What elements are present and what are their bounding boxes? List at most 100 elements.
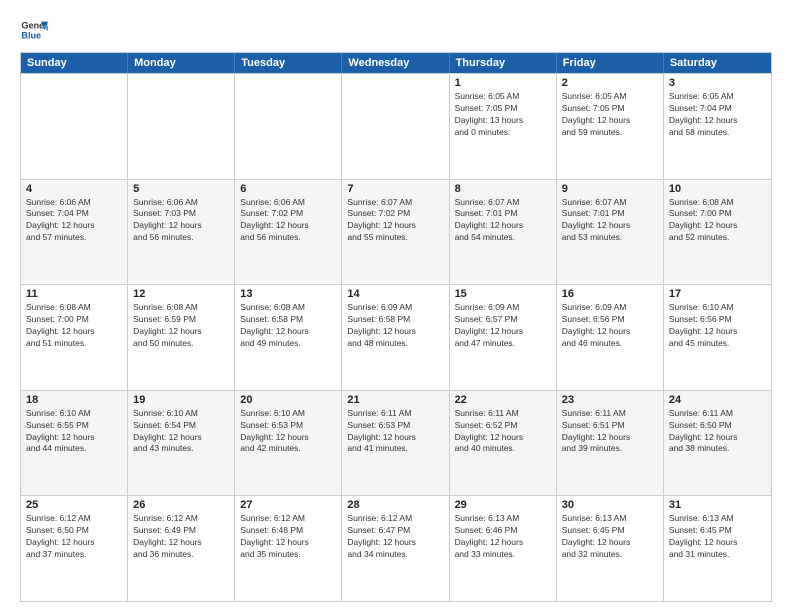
- day-info: Sunrise: 6:07 AM Sunset: 7:01 PM Dayligh…: [455, 197, 551, 245]
- header-day-monday: Monday: [128, 53, 235, 73]
- day-cell-6: 6 Sunrise: 6:06 AM Sunset: 7:02 PM Daylig…: [235, 180, 342, 285]
- day-number: 24: [669, 394, 766, 406]
- day-number: 22: [455, 394, 551, 406]
- day-number: 14: [347, 288, 443, 300]
- day-cell-23: 23 Sunrise: 6:11 AM Sunset: 6:51 PM Dayli…: [557, 391, 664, 496]
- calendar-row-5: 25 Sunrise: 6:12 AM Sunset: 6:50 PM Dayli…: [21, 495, 771, 601]
- day-number: 1: [455, 77, 551, 89]
- day-info: Sunrise: 6:11 AM Sunset: 6:51 PM Dayligh…: [562, 408, 658, 456]
- day-info: Sunrise: 6:05 AM Sunset: 7:05 PM Dayligh…: [455, 91, 551, 139]
- day-info: Sunrise: 6:10 AM Sunset: 6:54 PM Dayligh…: [133, 408, 229, 456]
- day-cell-25: 25 Sunrise: 6:12 AM Sunset: 6:50 PM Dayli…: [21, 496, 128, 601]
- day-cell-5: 5 Sunrise: 6:06 AM Sunset: 7:03 PM Daylig…: [128, 180, 235, 285]
- header-day-wednesday: Wednesday: [342, 53, 449, 73]
- svg-text:Blue: Blue: [21, 30, 41, 40]
- day-number: 27: [240, 499, 336, 511]
- day-number: 3: [669, 77, 766, 89]
- day-info: Sunrise: 6:07 AM Sunset: 7:01 PM Dayligh…: [562, 197, 658, 245]
- day-info: Sunrise: 6:08 AM Sunset: 7:00 PM Dayligh…: [26, 302, 122, 350]
- day-info: Sunrise: 6:08 AM Sunset: 7:00 PM Dayligh…: [669, 197, 766, 245]
- page-header: General Blue: [20, 16, 772, 44]
- day-number: 25: [26, 499, 122, 511]
- day-number: 2: [562, 77, 658, 89]
- calendar-row-4: 18 Sunrise: 6:10 AM Sunset: 6:55 PM Dayli…: [21, 390, 771, 496]
- day-info: Sunrise: 6:13 AM Sunset: 6:45 PM Dayligh…: [669, 513, 766, 561]
- day-cell-4: 4Sunrise: 6:06 AM Sunset: 7:04 PM Daylig…: [21, 180, 128, 285]
- calendar-body: 1 Sunrise: 6:05 AM Sunset: 7:05 PM Daylig…: [21, 73, 771, 601]
- day-number: 19: [133, 394, 229, 406]
- day-info: Sunrise: 6:10 AM Sunset: 6:55 PM Dayligh…: [26, 408, 122, 456]
- day-info: Sunrise: 6:12 AM Sunset: 6:49 PM Dayligh…: [133, 513, 229, 561]
- day-number: 31: [669, 499, 766, 511]
- header-day-friday: Friday: [557, 53, 664, 73]
- day-info: Sunrise: 6:08 AM Sunset: 6:58 PM Dayligh…: [240, 302, 336, 350]
- header-day-tuesday: Tuesday: [235, 53, 342, 73]
- day-info: Sunrise: 6:09 AM Sunset: 6:58 PM Dayligh…: [347, 302, 443, 350]
- day-number: 11: [26, 288, 122, 300]
- day-info: Sunrise: 6:09 AM Sunset: 6:57 PM Dayligh…: [455, 302, 551, 350]
- day-number: 4: [26, 183, 122, 195]
- day-number: 18: [26, 394, 122, 406]
- day-info: Sunrise: 6:11 AM Sunset: 6:50 PM Dayligh…: [669, 408, 766, 456]
- day-number: 13: [240, 288, 336, 300]
- day-cell-24: 24 Sunrise: 6:11 AM Sunset: 6:50 PM Dayli…: [664, 391, 771, 496]
- day-number: 23: [562, 394, 658, 406]
- day-number: 20: [240, 394, 336, 406]
- day-info: Sunrise: 6:06 AM Sunset: 7:03 PM Dayligh…: [133, 197, 229, 245]
- header-day-sunday: Sunday: [21, 53, 128, 73]
- day-cell-20: 20Sunrise: 6:10 AM Sunset: 6:53 PM Dayli…: [235, 391, 342, 496]
- day-info: Sunrise: 6:11 AM Sunset: 6:52 PM Dayligh…: [455, 408, 551, 456]
- empty-cell-0-1: [128, 74, 235, 179]
- day-cell-11: 11 Sunrise: 6:08 AM Sunset: 7:00 PM Dayli…: [21, 285, 128, 390]
- day-cell-10: 10Sunrise: 6:08 AM Sunset: 7:00 PM Dayli…: [664, 180, 771, 285]
- day-number: 26: [133, 499, 229, 511]
- day-number: 29: [455, 499, 551, 511]
- day-info: Sunrise: 6:08 AM Sunset: 6:59 PM Dayligh…: [133, 302, 229, 350]
- day-number: 30: [562, 499, 658, 511]
- day-cell-30: 30 Sunrise: 6:13 AM Sunset: 6:45 PM Dayli…: [557, 496, 664, 601]
- day-cell-29: 29 Sunrise: 6:13 AM Sunset: 6:46 PM Dayli…: [450, 496, 557, 601]
- calendar-header: SundayMondayTuesdayWednesdayThursdayFrid…: [21, 53, 771, 73]
- day-info: Sunrise: 6:11 AM Sunset: 6:53 PM Dayligh…: [347, 408, 443, 456]
- day-number: 17: [669, 288, 766, 300]
- empty-cell-0-3: [342, 74, 449, 179]
- day-number: 21: [347, 394, 443, 406]
- day-cell-7: 7Sunrise: 6:07 AM Sunset: 7:02 PM Daylig…: [342, 180, 449, 285]
- day-info: Sunrise: 6:12 AM Sunset: 6:50 PM Dayligh…: [26, 513, 122, 561]
- day-number: 7: [347, 183, 443, 195]
- day-number: 9: [562, 183, 658, 195]
- day-number: 8: [455, 183, 551, 195]
- day-cell-26: 26 Sunrise: 6:12 AM Sunset: 6:49 PM Dayli…: [128, 496, 235, 601]
- day-number: 6: [240, 183, 336, 195]
- day-cell-27: 27 Sunrise: 6:12 AM Sunset: 6:48 PM Dayli…: [235, 496, 342, 601]
- day-info: Sunrise: 6:09 AM Sunset: 6:56 PM Dayligh…: [562, 302, 658, 350]
- day-cell-28: 28Sunrise: 6:12 AM Sunset: 6:47 PM Dayli…: [342, 496, 449, 601]
- calendar-row-2: 4Sunrise: 6:06 AM Sunset: 7:04 PM Daylig…: [21, 179, 771, 285]
- day-cell-21: 21 Sunrise: 6:11 AM Sunset: 6:53 PM Dayli…: [342, 391, 449, 496]
- day-info: Sunrise: 6:10 AM Sunset: 6:56 PM Dayligh…: [669, 302, 766, 350]
- day-cell-8: 8 Sunrise: 6:07 AM Sunset: 7:01 PM Daylig…: [450, 180, 557, 285]
- day-number: 28: [347, 499, 443, 511]
- day-info: Sunrise: 6:13 AM Sunset: 6:46 PM Dayligh…: [455, 513, 551, 561]
- empty-cell-0-2: [235, 74, 342, 179]
- day-cell-17: 17 Sunrise: 6:10 AM Sunset: 6:56 PM Dayli…: [664, 285, 771, 390]
- day-number: 16: [562, 288, 658, 300]
- day-cell-3: 3Sunrise: 6:05 AM Sunset: 7:04 PM Daylig…: [664, 74, 771, 179]
- day-cell-9: 9 Sunrise: 6:07 AM Sunset: 7:01 PM Daylig…: [557, 180, 664, 285]
- calendar-row-1: 1 Sunrise: 6:05 AM Sunset: 7:05 PM Daylig…: [21, 73, 771, 179]
- day-cell-13: 13 Sunrise: 6:08 AM Sunset: 6:58 PM Dayli…: [235, 285, 342, 390]
- day-cell-19: 19 Sunrise: 6:10 AM Sunset: 6:54 PM Dayli…: [128, 391, 235, 496]
- calendar-row-3: 11 Sunrise: 6:08 AM Sunset: 7:00 PM Dayli…: [21, 284, 771, 390]
- day-number: 12: [133, 288, 229, 300]
- day-info: Sunrise: 6:13 AM Sunset: 6:45 PM Dayligh…: [562, 513, 658, 561]
- day-info: Sunrise: 6:06 AM Sunset: 7:02 PM Dayligh…: [240, 197, 336, 245]
- header-day-saturday: Saturday: [664, 53, 771, 73]
- day-info: Sunrise: 6:05 AM Sunset: 7:05 PM Dayligh…: [562, 91, 658, 139]
- calendar: SundayMondayTuesdayWednesdayThursdayFrid…: [20, 52, 772, 602]
- day-info: Sunrise: 6:12 AM Sunset: 6:48 PM Dayligh…: [240, 513, 336, 561]
- day-number: 5: [133, 183, 229, 195]
- day-cell-12: 12 Sunrise: 6:08 AM Sunset: 6:59 PM Dayli…: [128, 285, 235, 390]
- header-day-thursday: Thursday: [450, 53, 557, 73]
- day-cell-31: 31 Sunrise: 6:13 AM Sunset: 6:45 PM Dayli…: [664, 496, 771, 601]
- day-cell-1: 1 Sunrise: 6:05 AM Sunset: 7:05 PM Daylig…: [450, 74, 557, 179]
